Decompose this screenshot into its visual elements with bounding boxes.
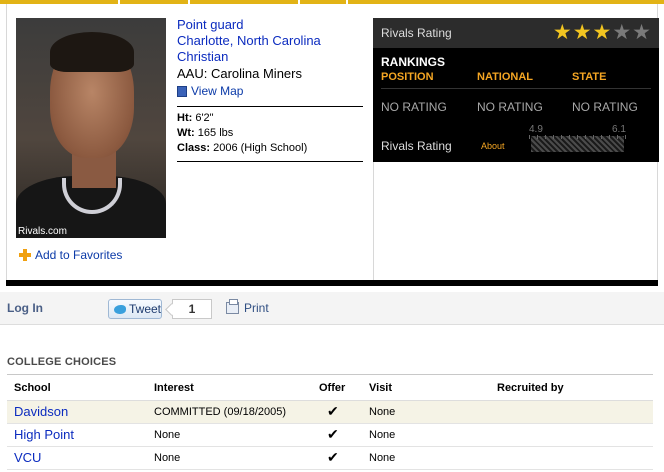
star-empty-icon: ★ — [632, 21, 651, 44]
map-flag-icon — [177, 85, 187, 97]
photo-credit: Rivals.com — [18, 226, 67, 237]
star-empty-icon: ★ — [612, 21, 632, 44]
player-info: Point guard Charlotte, North Carolina Ch… — [177, 17, 363, 162]
visit-cell: None — [369, 423, 497, 447]
col-header-recruited-by: Recruited by — [497, 376, 653, 401]
col-header-offer: Offer — [319, 376, 369, 401]
ranking-position-value: NO RATING — [381, 100, 447, 114]
interest-cell: None — [154, 446, 319, 470]
about-link[interactable]: About — [481, 141, 505, 151]
rankings-col-national: NATIONAL — [477, 71, 534, 83]
profile-bottom-bar — [6, 280, 658, 286]
tweet-button[interactable]: Tweet — [108, 299, 162, 319]
star-filled-icon: ★ — [592, 21, 612, 44]
action-bar: Log In Tweet 1 Print — [0, 292, 664, 325]
player-photo: Rivals.com — [16, 18, 166, 238]
table-row: VCU None ✔ None — [7, 446, 653, 470]
login-link[interactable]: Log In — [7, 301, 43, 315]
rivals-rating-panel: Rivals Rating ★ ★ ★ ★ ★ RANKINGS POSITION NA… — [373, 18, 659, 162]
rankings-col-state: STATE — [572, 71, 607, 83]
height-value: 6'2" — [195, 112, 214, 124]
tweet-label: Tweet — [128, 302, 161, 316]
rating-scale-ticks — [529, 135, 626, 139]
col-header-school: School — [7, 376, 154, 401]
college-choices-title: COLLEGE CHOICES — [7, 356, 117, 368]
star-filled-icon: ★ — [552, 21, 572, 44]
ranking-state-value: NO RATING — [572, 100, 638, 114]
rankings-title: RANKINGS — [381, 55, 446, 69]
rankings-col-position: POSITION — [381, 71, 434, 83]
college-choices-table: School Interest Offer Visit Recruited by… — [7, 376, 653, 470]
star-rating: ★ ★ ★ ★ ★ — [552, 21, 651, 44]
table-row: High Point None ✔ None — [7, 423, 653, 447]
player-hometown[interactable]: Charlotte, North Carolina — [177, 33, 363, 49]
ranking-national-value: NO RATING — [477, 100, 543, 114]
twitter-bird-icon — [114, 304, 126, 314]
visit-cell: None — [369, 400, 497, 424]
interest-cell: COMMITTED (09/18/2005) — [154, 400, 319, 424]
class-row: Class: 2006 (High School) — [177, 142, 308, 154]
school-link[interactable]: VCU — [14, 450, 41, 465]
plus-icon — [19, 249, 31, 261]
weight-value: 165 lbs — [197, 127, 234, 139]
school-link[interactable]: High Point — [14, 427, 74, 442]
print-link[interactable]: Print — [226, 299, 269, 315]
weight-row: Wt: 165 lbs — [177, 127, 234, 139]
tweet-count: 1 — [172, 299, 212, 319]
scale-max-label: 6.1 — [612, 124, 626, 135]
player-school[interactable]: Christian — [177, 49, 363, 65]
table-row: Davidson COMMITTED (09/18/2005) ✔ None — [7, 400, 653, 424]
col-header-visit: Visit — [369, 376, 497, 401]
player-aau: AAU: Carolina Miners — [177, 66, 302, 81]
print-label: Print — [244, 301, 269, 315]
player-position[interactable]: Point guard — [177, 17, 363, 33]
scale-min-label: 4.9 — [529, 124, 543, 135]
add-to-favorites-link[interactable]: Add to Favorites — [19, 248, 122, 262]
interest-cell: None — [154, 423, 319, 447]
rivals-rating-header: Rivals Rating — [381, 26, 452, 40]
class-value: 2006 (High School) — [213, 142, 308, 154]
school-link[interactable]: Davidson — [14, 404, 68, 419]
offer-check-icon: ✔ — [319, 446, 369, 470]
visit-cell: None — [369, 446, 497, 470]
player-specs: Ht: 6'2" Wt: 165 lbs Class: 2006 (High S… — [177, 106, 363, 162]
col-header-interest: Interest — [154, 376, 319, 401]
column-divider — [373, 162, 374, 280]
offer-check-icon: ✔ — [319, 423, 369, 447]
rivals-rating-label: Rivals Rating — [381, 139, 452, 153]
recruited-by-cell — [497, 446, 653, 470]
recruited-by-cell — [497, 400, 653, 424]
star-filled-icon: ★ — [572, 21, 592, 44]
add-to-favorites-label: Add to Favorites — [35, 248, 123, 262]
offer-check-icon: ✔ — [319, 400, 369, 424]
view-map-label: View Map — [191, 84, 244, 98]
printer-icon — [226, 299, 239, 314]
recruited-by-cell — [497, 423, 653, 447]
height-row: Ht: 6'2" — [177, 112, 214, 124]
view-map-link[interactable]: View Map — [177, 84, 363, 98]
